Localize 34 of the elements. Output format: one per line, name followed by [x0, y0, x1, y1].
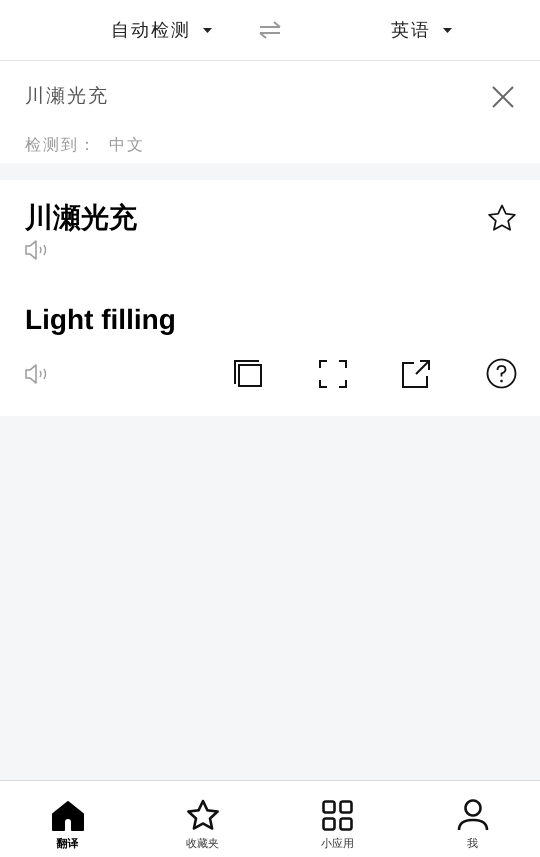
detected-language: 中文 [109, 136, 145, 156]
help-button[interactable] [486, 358, 517, 389]
speaker-icon [25, 364, 48, 384]
favorite-button[interactable] [487, 204, 517, 233]
speaker-icon [25, 240, 48, 260]
translation-text: Light filling [25, 303, 177, 337]
nav-tab[interactable]: 翻译 [0, 781, 135, 857]
swap-icon [259, 20, 281, 40]
target-language-dropdown[interactable]: 英语 [320, 16, 460, 44]
nav-tab[interactable]: 收藏夹 [135, 781, 270, 857]
source-text: 川瀬光充 [25, 201, 137, 235]
copy-button[interactable] [234, 360, 263, 388]
fullscreen-icon [319, 360, 347, 388]
nav-tab[interactable]: 我 [405, 781, 540, 857]
share-button[interactable] [402, 360, 430, 388]
help-icon [486, 358, 517, 389]
person-icon [456, 799, 488, 831]
fullscreen-button[interactable] [319, 360, 347, 388]
speaker-button[interactable] [25, 240, 48, 260]
speaker-button[interactable] [25, 364, 48, 384]
nav-tab[interactable]: 小应用 [270, 781, 405, 857]
grid-icon [322, 800, 353, 831]
copy-icon [234, 360, 263, 388]
share-icon [402, 360, 430, 388]
caret-icon [203, 28, 212, 32]
detected-label: 检测到： [25, 136, 97, 156]
caret-icon [443, 28, 452, 32]
source-language-dropdown[interactable]: 自动检测 [0, 16, 220, 44]
star-icon [186, 799, 220, 831]
clear-button[interactable] [492, 86, 514, 108]
close-icon [492, 86, 514, 108]
star-icon [487, 204, 517, 233]
input-field[interactable]: 川瀬光充 [25, 83, 109, 112]
home-icon [52, 801, 84, 831]
